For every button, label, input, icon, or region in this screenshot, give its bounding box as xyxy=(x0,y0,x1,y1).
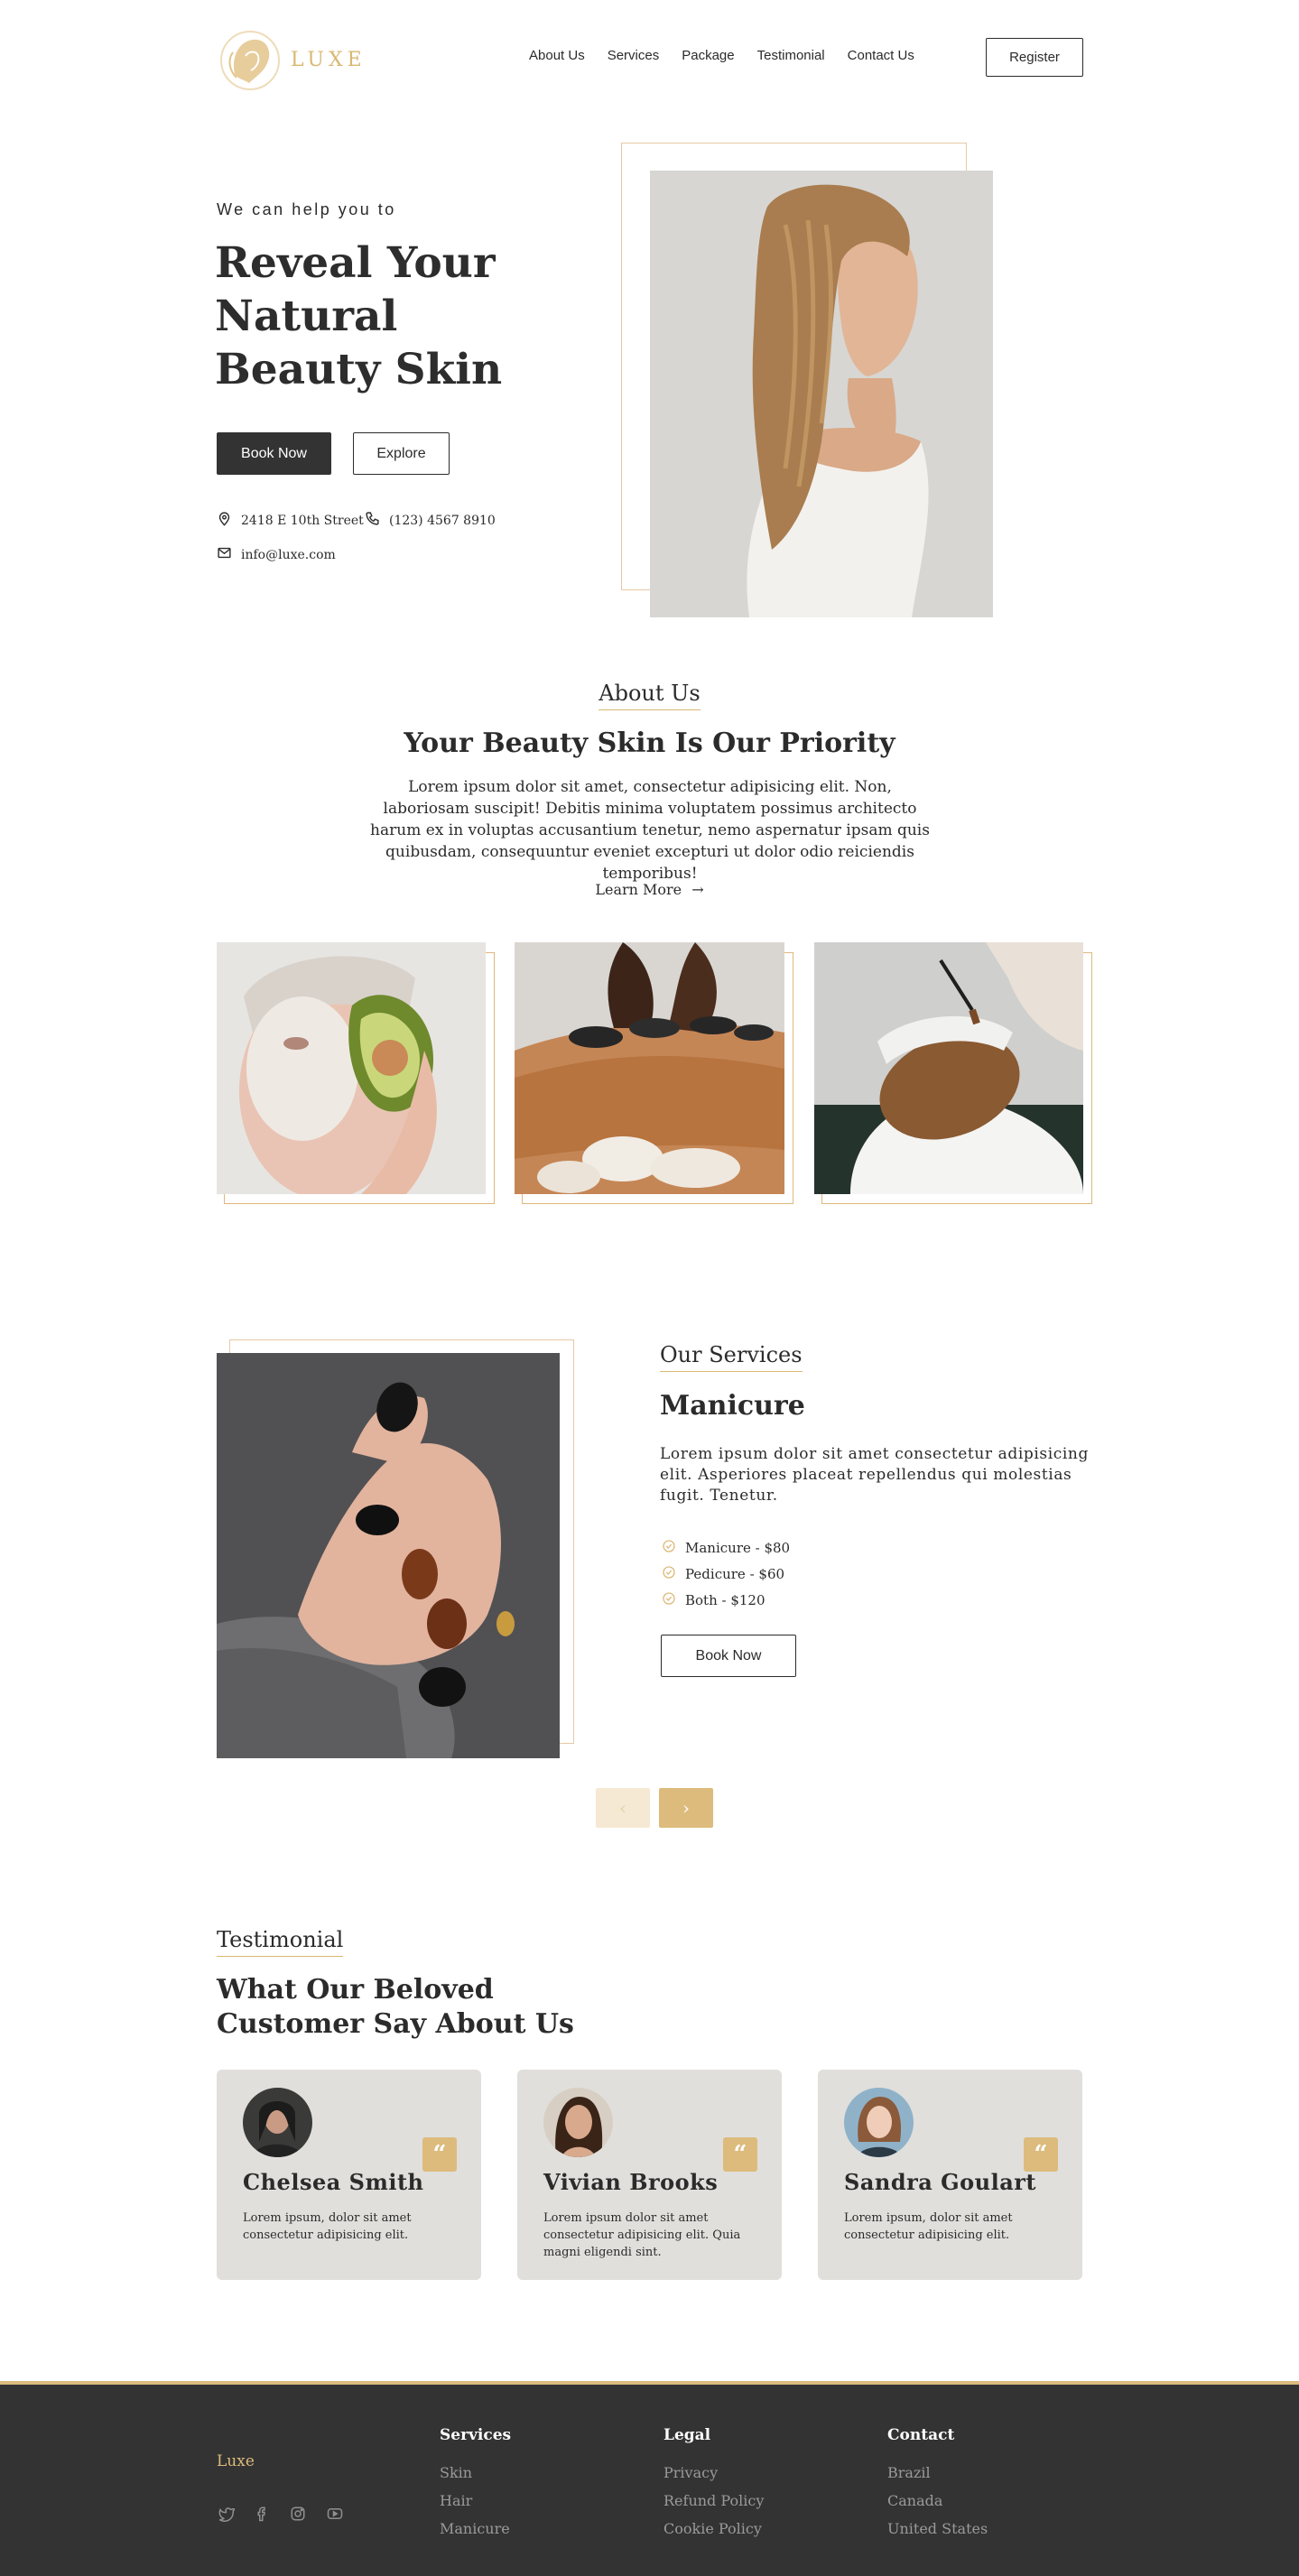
footer-heading: Services xyxy=(440,2426,512,2444)
services-title: Manicure xyxy=(660,1390,805,1422)
arrow-right-icon: → xyxy=(691,881,704,898)
about-body: Lorem ipsum dolor sit amet, consectetur … xyxy=(370,778,930,883)
footer-column-legal: Legal Privacy Refund Policy Cookie Polic… xyxy=(663,2426,764,2548)
gallery-image-facial-mask xyxy=(217,942,486,1194)
gallery-image-hot-stone xyxy=(515,942,784,1194)
instagram-icon[interactable] xyxy=(289,2506,307,2525)
services-book-now-button[interactable]: Book Now xyxy=(661,1635,796,1677)
chevron-right-icon: › xyxy=(682,1797,690,1819)
carousel-prev-button[interactable]: ‹ xyxy=(596,1788,650,1828)
footer-brand[interactable]: Luxe xyxy=(217,2452,255,2470)
testimonial-name: Sandra Goulart xyxy=(844,2169,1037,2195)
price-item: Both - $120 xyxy=(662,1587,790,1613)
services-eyebrow: Our Services xyxy=(660,1342,803,1372)
twitter-icon[interactable] xyxy=(217,2506,236,2525)
youtube-icon[interactable] xyxy=(325,2506,345,2525)
hero-address: 2418 E 10th Street xyxy=(217,511,364,530)
book-now-button[interactable]: Book Now xyxy=(217,432,331,475)
footer-link[interactable]: United States xyxy=(887,2520,988,2548)
check-circle-icon xyxy=(662,1591,676,1609)
services-body: Lorem ipsum dolor sit amet consectetur a… xyxy=(660,1445,1089,1505)
price-item-label: Both - $120 xyxy=(685,1591,765,1608)
nav-item-package[interactable]: Package xyxy=(682,48,734,63)
footer-link[interactable]: Brazil xyxy=(887,2464,988,2492)
footer-link[interactable]: Refund Policy xyxy=(663,2492,764,2520)
footer-column-services: Services Skin Hair Manicure xyxy=(440,2426,511,2548)
map-pin-icon xyxy=(217,511,232,530)
footer-column-contact: Contact Brazil Canada United States xyxy=(887,2426,988,2548)
testimonial-name: Vivian Brooks xyxy=(543,2169,719,2195)
footer-heading: Contact xyxy=(887,2426,955,2444)
footer-link[interactable]: Cookie Policy xyxy=(663,2520,764,2548)
testimonial-name: Chelsea Smith xyxy=(243,2169,424,2195)
testimonial-text: Lorem ipsum, dolor sit amet consectetur … xyxy=(243,2211,412,2242)
price-item: Manicure - $80 xyxy=(662,1534,790,1561)
testimonial-card: “ Chelsea Smith Lorem ipsum, dolor sit a… xyxy=(217,2070,481,2280)
phone-text[interactable]: (123) 4567 8910 xyxy=(389,514,496,528)
footer-link[interactable]: Hair xyxy=(440,2492,511,2520)
testimonial-text: Lorem ipsum, dolor sit amet consectetur … xyxy=(844,2211,1013,2242)
about-title: Your Beauty Skin Is Our Priority xyxy=(404,727,895,759)
testimonial-text: Lorem ipsum dolor sit amet consectetur a… xyxy=(543,2211,741,2259)
footer-heading: Legal xyxy=(663,2426,711,2444)
nav-item-contact[interactable]: Contact Us xyxy=(848,48,914,63)
explore-button[interactable]: Explore xyxy=(353,432,450,475)
hero-title: Reveal Your Natural Beauty Skin xyxy=(215,238,503,394)
footer-link[interactable]: Canada xyxy=(887,2492,988,2520)
email-text[interactable]: info@luxe.com xyxy=(241,548,336,562)
nav-item-services[interactable]: Services xyxy=(608,48,660,63)
avatar xyxy=(243,2088,312,2157)
nav-item-testimonial[interactable]: Testimonial xyxy=(757,48,825,63)
check-circle-icon xyxy=(662,1565,676,1583)
price-item-label: Manicure - $80 xyxy=(685,1539,791,1556)
price-item: Pedicure - $60 xyxy=(662,1561,790,1587)
mail-icon xyxy=(217,545,232,564)
avatar xyxy=(543,2088,613,2157)
footer xyxy=(0,2381,1299,2576)
check-circle-icon xyxy=(662,1539,676,1557)
facebook-icon[interactable] xyxy=(253,2506,271,2525)
about-eyebrow-wrap: About Us xyxy=(0,681,1299,710)
quote-icon: “ xyxy=(422,2137,457,2172)
services-manicure-image xyxy=(217,1353,560,1758)
testimonial-eyebrow-wrap: Testimonial xyxy=(217,1927,344,1957)
footer-link[interactable]: Manicure xyxy=(440,2520,511,2548)
hero-email: info@luxe.com xyxy=(217,545,336,564)
testimonial-eyebrow: Testimonial xyxy=(217,1927,344,1957)
main-nav: About Us Services Package Testimonial Co… xyxy=(529,48,914,63)
price-item-label: Pedicure - $60 xyxy=(685,1565,785,1582)
about-eyebrow: About Us xyxy=(598,681,701,710)
learn-more-link[interactable]: Learn More → xyxy=(0,881,1299,898)
footer-link[interactable]: Skin xyxy=(440,2464,511,2492)
hero-eyebrow: We can help you to xyxy=(217,200,396,218)
brand-logo-mark[interactable] xyxy=(215,25,285,96)
nav-item-about[interactable]: About Us xyxy=(529,48,585,63)
address-text: 2418 E 10th Street xyxy=(241,513,364,528)
quote-icon: “ xyxy=(723,2137,757,2172)
chevron-left-icon: ‹ xyxy=(619,1797,626,1819)
services-price-list: Manicure - $80 Pedicure - $60 Both - $12… xyxy=(662,1534,790,1613)
register-button[interactable]: Register xyxy=(986,38,1083,77)
carousel-next-button[interactable]: › xyxy=(659,1788,713,1828)
learn-more-label[interactable]: Learn More xyxy=(595,881,682,898)
footer-link[interactable]: Privacy xyxy=(663,2464,764,2492)
avatar xyxy=(844,2088,914,2157)
testimonial-card: “ Vivian Brooks Lorem ipsum dolor sit am… xyxy=(517,2070,782,2280)
social-links xyxy=(217,2506,345,2525)
testimonial-title: What Our Beloved Customer Say About Us xyxy=(217,1974,574,2040)
gallery-image-face-treatment xyxy=(814,942,1083,1194)
services-eyebrow-wrap: Our Services xyxy=(660,1342,803,1372)
testimonial-card: “ Sandra Goulart Lorem ipsum, dolor sit … xyxy=(818,2070,1082,2280)
hero-phone: (123) 4567 8910 xyxy=(365,511,496,530)
quote-icon: “ xyxy=(1024,2137,1058,2172)
brand-name[interactable]: LUXE xyxy=(291,49,367,71)
hero-model-image xyxy=(650,171,993,617)
phone-icon xyxy=(365,511,380,530)
